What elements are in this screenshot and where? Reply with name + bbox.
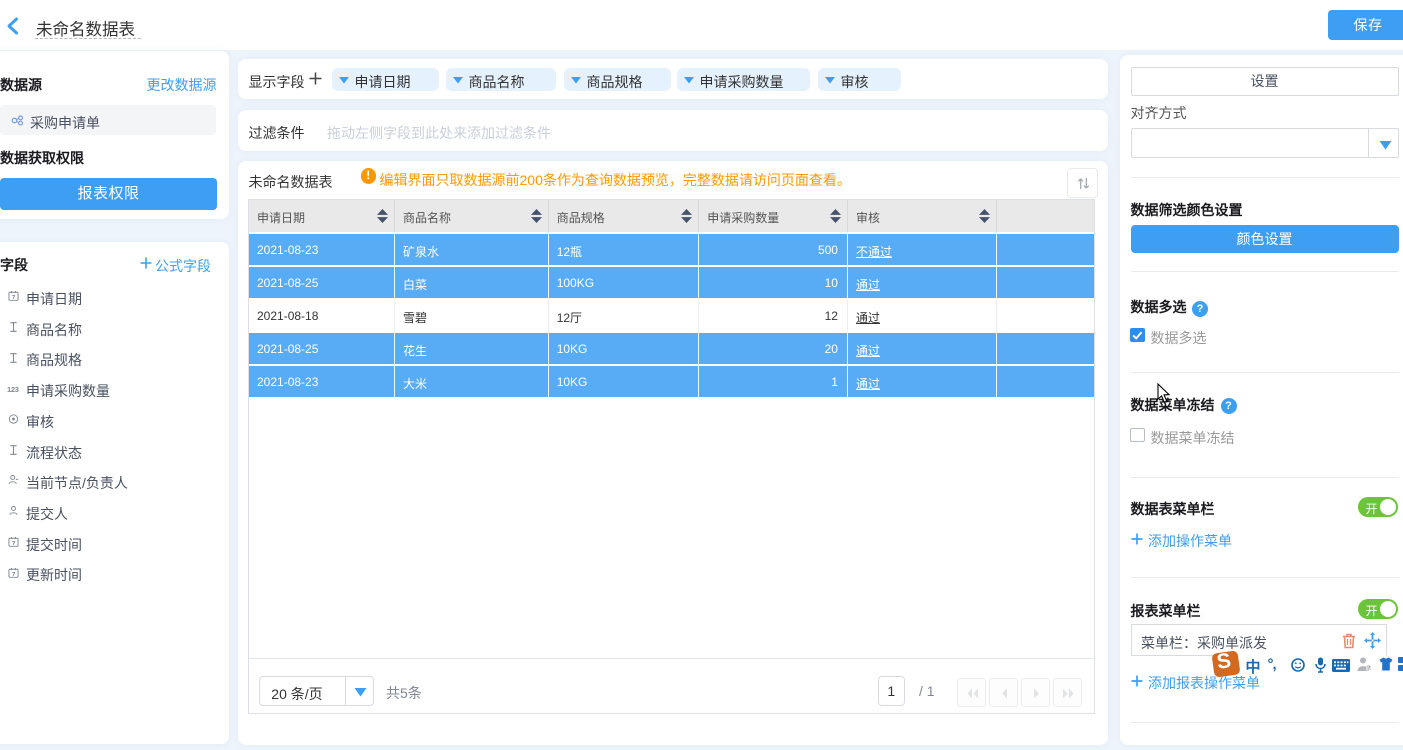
svg-text:?: ?	[1367, 666, 1370, 672]
